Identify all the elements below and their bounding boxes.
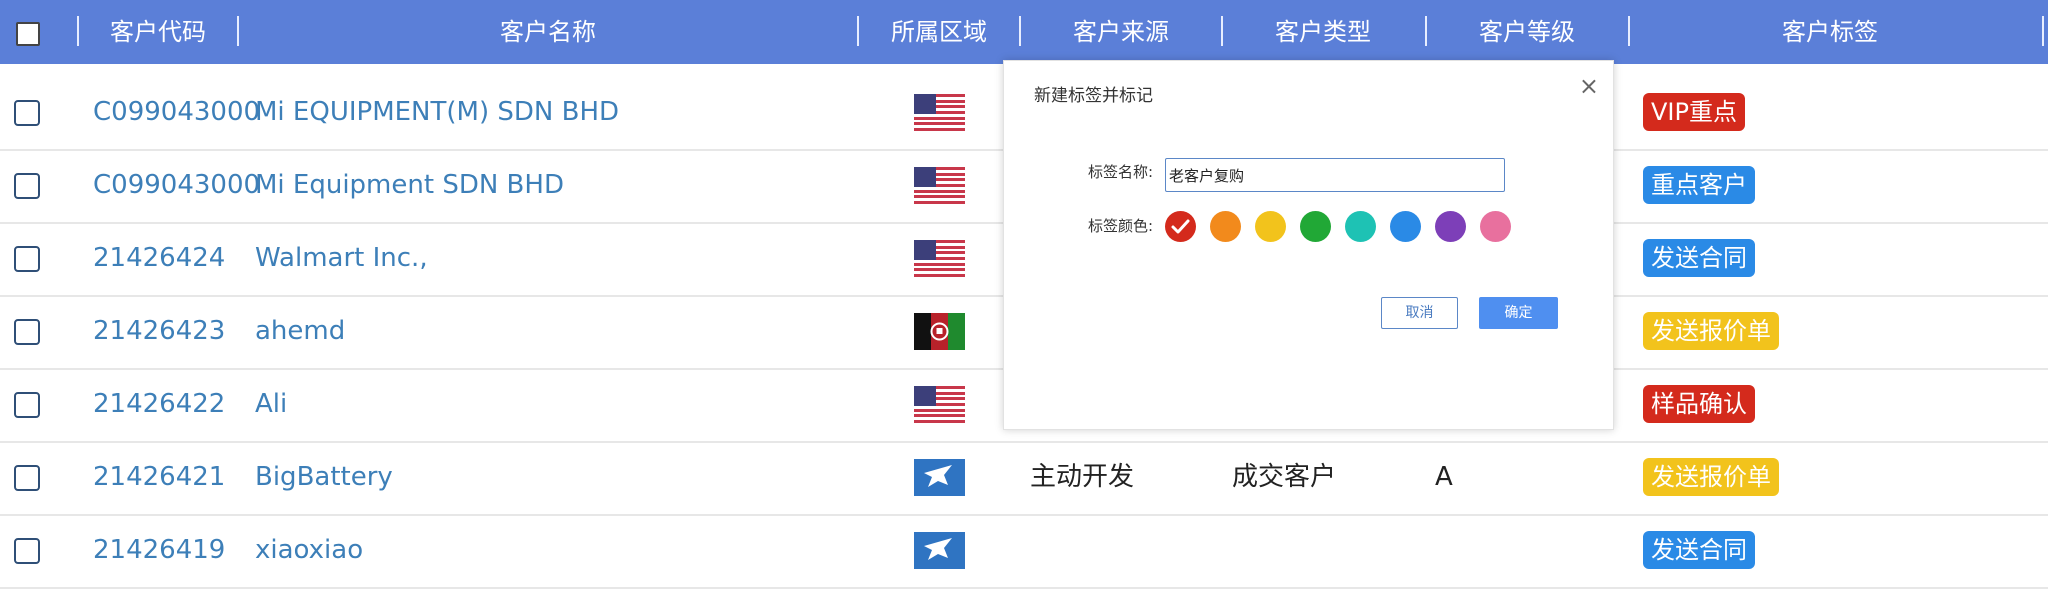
cancel-button[interactable]: 取消 — [1381, 297, 1458, 329]
header-source[interactable]: 客户来源 — [1021, 0, 1221, 64]
customer-tag[interactable]: 发送合同 — [1643, 531, 1755, 569]
bird-flag-icon — [914, 532, 965, 569]
us-flag-icon — [914, 386, 965, 423]
us-flag-icon — [914, 94, 965, 131]
color-swatch-blue[interactable] — [1390, 211, 1421, 242]
color-swatch-teal[interactable] — [1345, 211, 1376, 242]
afghanistan-flag-icon — [914, 313, 965, 350]
color-swatch-orange[interactable] — [1210, 211, 1241, 242]
color-swatch-yellow[interactable] — [1255, 211, 1286, 242]
header-customer-code[interactable]: 客户代码 — [79, 0, 237, 64]
new-tag-dialog: 新建标签并标记 × 标签名称: 标签颜色: 取消 确定 — [1003, 60, 1614, 430]
customer-name[interactable]: BigBattery — [255, 441, 393, 514]
customer-tag[interactable]: VIP重点 — [1643, 93, 1745, 131]
header-customer-name[interactable]: 客户名称 — [239, 0, 857, 64]
customer-code[interactable]: 21426421 — [93, 441, 225, 514]
row-checkbox[interactable] — [14, 392, 40, 418]
confirm-button[interactable]: 确定 — [1479, 297, 1558, 329]
bird-flag-icon — [914, 459, 965, 496]
color-swatch-purple[interactable] — [1435, 211, 1466, 242]
customer-code[interactable]: 21426419 — [93, 514, 225, 587]
customer-tag[interactable]: 发送报价单 — [1643, 458, 1779, 496]
tag-name-label: 标签名称: — [1088, 163, 1154, 181]
customer-grade: A — [1435, 462, 1453, 492]
header-region[interactable]: 所属区域 — [859, 0, 1019, 64]
row-checkbox[interactable] — [14, 465, 40, 491]
table-row[interactable]: 21426421 BigBattery 主动开发 成交客户 A 发送报价单 — [0, 441, 2048, 516]
tag-color-label: 标签颜色: — [1088, 217, 1154, 235]
customer-tag[interactable]: 重点客户 — [1643, 166, 1755, 204]
customer-tag[interactable]: 发送报价单 — [1643, 312, 1779, 350]
row-checkbox[interactable] — [14, 246, 40, 272]
header-tag[interactable]: 客户标签 — [1630, 0, 2030, 64]
dialog-title: 新建标签并标记 — [1034, 86, 1153, 106]
table-header: 客户代码 客户名称 所属区域 客户来源 客户类型 客户等级 客户标签 — [0, 0, 2048, 64]
customer-name[interactable]: Mi Equipment SDN BHD — [255, 149, 564, 222]
row-checkbox[interactable] — [14, 173, 40, 199]
select-all-checkbox[interactable] — [16, 22, 40, 46]
close-icon[interactable]: × — [1579, 71, 1599, 101]
customer-code[interactable]: 21426422 — [93, 368, 225, 441]
row-checkbox[interactable] — [14, 538, 40, 564]
color-swatch-pink[interactable] — [1480, 211, 1511, 242]
row-checkbox[interactable] — [14, 100, 40, 126]
customer-name[interactable]: Ali — [255, 368, 287, 441]
customer-code[interactable]: 21426423 — [93, 295, 225, 368]
customer-code[interactable]: C099043000 — [93, 76, 260, 149]
tag-name-input[interactable] — [1165, 158, 1505, 192]
customer-name[interactable]: ahemd — [255, 295, 345, 368]
customer-type: 成交客户 — [1232, 462, 1337, 492]
color-swatch-red[interactable] — [1165, 211, 1196, 242]
header-grade[interactable]: 客户等级 — [1427, 0, 1627, 64]
us-flag-icon — [914, 167, 965, 204]
header-separator — [2042, 16, 2044, 46]
table-row[interactable]: 21426419 xiaoxiao 发送合同 — [0, 514, 2048, 589]
us-flag-icon — [914, 240, 965, 277]
customer-tag[interactable]: 样品确认 — [1643, 385, 1755, 423]
customer-name[interactable]: Mi EQUIPMENT(M) SDN BHD — [255, 76, 619, 149]
customer-source: 主动开发 — [1030, 462, 1135, 492]
customer-code[interactable]: C099043000 — [93, 149, 260, 222]
customer-name[interactable]: Walmart Inc., — [255, 222, 428, 295]
customer-name[interactable]: xiaoxiao — [255, 514, 363, 587]
customer-code[interactable]: 21426424 — [93, 222, 225, 295]
header-type[interactable]: 客户类型 — [1223, 0, 1423, 64]
row-checkbox[interactable] — [14, 319, 40, 345]
color-swatch-green[interactable] — [1300, 211, 1331, 242]
customer-tag[interactable]: 发送合同 — [1643, 239, 1755, 277]
check-icon — [1171, 219, 1190, 234]
